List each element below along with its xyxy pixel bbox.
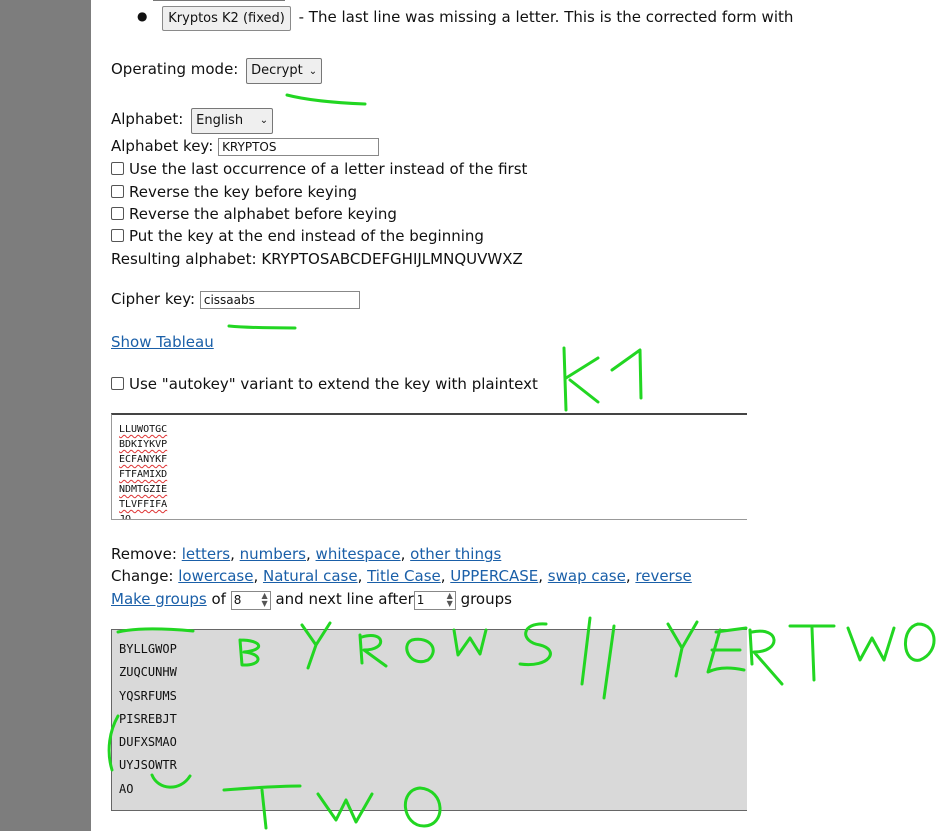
groups-suffix-label: groups: [460, 590, 512, 608]
alphabet-select[interactable]: English ⌄: [191, 108, 274, 134]
cipher-key-label: Cipher key:: [111, 290, 196, 308]
groups-row: Make groups of 8 ▲ ▼ and next line after 1 ▲…: [111, 590, 512, 610]
alphabet-key-label: Alphabet key:: [111, 137, 214, 155]
bullet: ●: [137, 9, 148, 23]
output-line: DUFXSMAO: [119, 735, 177, 750]
group-size-stepper[interactable]: 8 ▲ ▼: [230, 591, 271, 610]
operating-mode-value: Decrypt: [251, 63, 303, 78]
ciphertext-input[interactable]: LLUWOTGC BDKIYKVP ECFANYKF FTFAMIXD NDMT…: [111, 413, 747, 520]
left-gutter: [0, 0, 91, 831]
k1-scribble: [562, 346, 643, 412]
show-tableau-link[interactable]: Show Tableau: [111, 333, 214, 351]
alphabet-key-input[interactable]: KRYPTOS: [218, 137, 380, 156]
cipher-key-input[interactable]: cissaabs: [199, 290, 360, 309]
top-divider: [153, 0, 285, 1]
swap-case-link[interactable]: swap case: [548, 567, 626, 585]
option-checkbox-row[interactable]: Put the key at the end instead of the be…: [111, 227, 484, 245]
chevron-down-icon: ⌄: [308, 66, 318, 77]
groups-of-label: of: [211, 590, 226, 608]
example-list-item: ● Kryptos K2 (fixed) - The last line was…: [137, 6, 793, 31]
remove-row: Remove: letters, numbers, whitespace, ot…: [111, 545, 502, 563]
autokey-label: Use "autokey" variant to extend the key …: [129, 375, 538, 393]
reverse-link[interactable]: reverse: [635, 567, 691, 585]
stepper-arrows-icon[interactable]: ▲ ▼: [262, 592, 268, 608]
alphabet-label: Alphabet:: [111, 110, 184, 128]
remove-other-things-link[interactable]: other things: [410, 545, 501, 563]
output-line: AO: [119, 781, 134, 796]
resulting-alphabet-label: Resulting alphabet:: [111, 250, 257, 268]
input-line: NDMTGZIE: [119, 484, 168, 495]
operating-mode-select[interactable]: Decrypt ⌄: [246, 58, 323, 84]
underline-mark: [285, 93, 367, 106]
alphabet-row: Alphabet: English ⌄: [111, 108, 274, 134]
autokey-checkbox[interactable]: [111, 377, 124, 390]
change-row: Change: lowercase, Natural case, Title C…: [111, 567, 692, 585]
change-label: Change:: [111, 567, 174, 585]
natural-case-link[interactable]: Natural case: [263, 567, 358, 585]
show-tableau-row: Show Tableau: [111, 333, 214, 351]
example-description: - The last line was missing a letter. Th…: [298, 8, 794, 26]
operating-mode-label: Operating mode:: [111, 60, 239, 78]
input-line: LLUWOTGC: [119, 424, 168, 435]
cipher-key-row: Cipher key: cissaabs: [111, 290, 360, 309]
input-line: JO: [119, 514, 132, 520]
uppercase-link[interactable]: UPPERCASE: [450, 567, 538, 585]
resulting-alphabet-value: KRYPTOSABCDEFGHIJLMNQUVWXZ: [261, 250, 523, 268]
line-after-stepper[interactable]: 1 ▲ ▼: [413, 591, 456, 610]
input-line: BDKIYKVP: [119, 439, 168, 450]
option-checkbox[interactable]: [111, 185, 124, 198]
option-checkbox-row[interactable]: Use the last occurrence of a letter inst…: [111, 160, 527, 178]
title-case-link[interactable]: Title Case: [367, 567, 441, 585]
output-line: YQSRFUMS: [119, 688, 177, 703]
option-checkbox[interactable]: [111, 229, 124, 242]
group-size-value: 8: [233, 593, 242, 607]
option-label: Put the key at the end instead of the be…: [129, 227, 484, 245]
lowercase-link[interactable]: lowercase: [178, 567, 253, 585]
remove-letters-link[interactable]: letters: [182, 545, 230, 563]
make-groups-link[interactable]: Make groups: [111, 590, 207, 608]
line-after-value: 1: [416, 593, 425, 607]
option-label: Reverse the key before keying: [129, 183, 357, 201]
underline-mark: [227, 324, 297, 330]
alphabet-key-row: Alphabet key: KRYPTOS: [111, 137, 380, 156]
stepper-arrows-icon[interactable]: ▲ ▼: [447, 592, 453, 608]
option-checkbox-row[interactable]: Reverse the alphabet before keying: [111, 205, 397, 223]
operating-mode-row: Operating mode: Decrypt ⌄: [111, 58, 323, 84]
remove-whitespace-link[interactable]: whitespace: [316, 545, 401, 563]
chevron-down-icon: ⌄: [259, 115, 269, 126]
input-line: TLVFFIFA: [119, 499, 168, 510]
remove-numbers-link[interactable]: numbers: [240, 545, 306, 563]
input-line: FTFAMIXD: [119, 469, 168, 480]
option-checkbox-row[interactable]: Reverse the key before keying: [111, 183, 357, 201]
input-line: ECFANYKF: [119, 454, 168, 465]
output-panel[interactable]: BYLLGWOP ZUQCUNHW YQSRFUMS PISREBJT DUFX…: [111, 629, 747, 811]
option-label: Reverse the alphabet before keying: [129, 205, 397, 223]
remove-label: Remove:: [111, 545, 177, 563]
option-checkbox[interactable]: [111, 207, 124, 220]
resulting-alphabet-row: Resulting alphabet: KRYPTOSABCDEFGHIJLMN…: [111, 250, 523, 268]
output-line: BYLLGWOP: [119, 642, 177, 656]
output-line: UYJSOWTR: [119, 758, 177, 773]
output-line: PISREBJT: [119, 711, 177, 726]
kryptos-k2-button[interactable]: Kryptos K2 (fixed): [162, 6, 291, 31]
next-line-label: and next line after: [275, 590, 414, 608]
autokey-row[interactable]: Use "autokey" variant to extend the key …: [111, 375, 538, 393]
option-label: Use the last occurrence of a letter inst…: [129, 160, 528, 178]
output-line: ZUQCUNHW: [119, 665, 177, 680]
option-checkbox[interactable]: [111, 162, 124, 175]
alphabet-value: English: [196, 113, 244, 128]
